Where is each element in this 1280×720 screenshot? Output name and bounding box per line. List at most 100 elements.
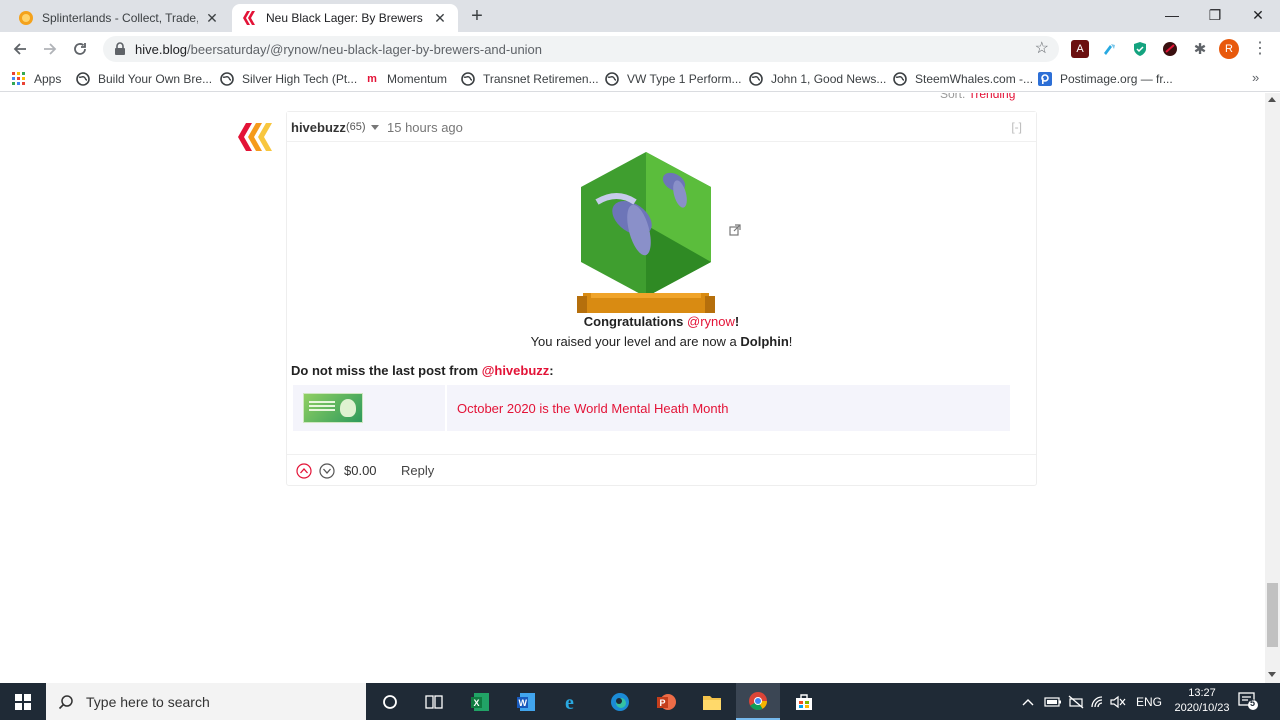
bookmark-star-icon[interactable]: ☆ — [1035, 40, 1049, 58]
external-link-icon[interactable] — [729, 224, 741, 236]
payout-value[interactable]: $0.00 — [344, 463, 377, 478]
globe-icon — [893, 72, 907, 86]
upvote-icon[interactable] — [296, 463, 312, 479]
profile-avatar[interactable]: R — [1219, 39, 1239, 59]
post-thumbnail-cell — [293, 385, 447, 431]
powerpoint-icon[interactable]: P — [644, 683, 688, 720]
notification-center-icon[interactable]: 5 — [1238, 692, 1258, 710]
globe-icon — [749, 72, 763, 86]
back-button[interactable] — [8, 37, 32, 61]
start-button[interactable] — [0, 683, 46, 720]
bookmark-label: Transnet Retiremen... — [483, 72, 599, 86]
last-post-table: October 2020 is the World Mental Heath M… — [293, 385, 1010, 431]
comment-author[interactable]: hivebuzz — [291, 120, 346, 135]
scroll-down-icon[interactable] — [1268, 672, 1276, 677]
minimize-button[interactable]: — — [1150, 0, 1194, 30]
task-view-icon[interactable] — [412, 683, 456, 720]
file-explorer-icon[interactable] — [690, 683, 734, 720]
bookmark-label: Momentum — [387, 72, 448, 86]
sort-selector[interactable]: Sort: Trending — [940, 93, 1015, 101]
back-arrow-icon — [13, 43, 26, 55]
close-window-button[interactable]: ✕ — [1236, 0, 1280, 30]
bookmark-postimage[interactable]: Postimage.org — fr... — [1038, 70, 1173, 88]
chrome-icon[interactable] — [736, 683, 780, 720]
tab-close-icon[interactable]: ✕ — [432, 10, 448, 26]
word-icon[interactable]: W — [504, 683, 548, 720]
tab-neu-black-lager[interactable]: Neu Black Lager: By Brewers and ✕ — [232, 4, 458, 32]
volume-muted-icon[interactable] — [1110, 683, 1126, 720]
congrats-line: Congratulations @rynow! — [287, 314, 1036, 329]
language-indicator[interactable]: ENG — [1136, 683, 1162, 720]
tab-title: Neu Black Lager: By Brewers and — [266, 11, 426, 25]
new-tab-button[interactable]: + — [466, 6, 488, 28]
taskbar-search[interactable]: Type here to search — [46, 683, 366, 720]
maximize-button[interactable]: ❐ — [1193, 0, 1237, 30]
cortana-icon[interactable] — [368, 683, 412, 720]
bookmark-build-your-own[interactable]: Build Your Own Bre... — [76, 70, 212, 88]
level-name: Dolphin — [740, 334, 789, 349]
bookmark-label: John 1, Good News... — [771, 72, 887, 86]
forward-button[interactable] — [38, 37, 62, 61]
bookmark-label: Silver High Tech (Pt... — [242, 72, 358, 86]
globe-icon — [605, 72, 619, 86]
forward-arrow-icon — [44, 43, 57, 55]
bookmark-vw-type-1[interactable]: VW Type 1 Perform... — [605, 70, 741, 88]
reload-button[interactable] — [68, 37, 92, 61]
extensions-puzzle-icon[interactable]: ✱ — [1191, 40, 1209, 58]
store-icon[interactable] — [782, 683, 826, 720]
clock-date: 2020/10/23 — [1174, 702, 1230, 714]
author-menu-caret-icon[interactable] — [371, 125, 379, 130]
scroll-thumb[interactable] — [1267, 583, 1278, 647]
bookmarks-more-icon[interactable]: » — [1252, 70, 1259, 85]
system-clock[interactable]: 13:27 2020/10/23 — [1170, 686, 1234, 716]
url-path: /beersaturday/@rynow/neu-black-lager-by-… — [187, 41, 543, 57]
dolphin-badge-image[interactable] — [577, 150, 715, 316]
comment-timestamp[interactable]: 15 hours ago — [387, 120, 463, 135]
comment-card: hivebuzz (65) 15 hours ago [-] Congratul… — [286, 111, 1037, 486]
ie-icon[interactable]: e — [552, 683, 596, 720]
reload-icon — [74, 43, 86, 55]
menu-kebab-icon[interactable]: ⋮ — [1252, 39, 1268, 59]
bookmark-label: Build Your Own Bre... — [98, 72, 213, 86]
bookmark-john-1[interactable]: John 1, Good News... — [749, 70, 886, 88]
url-host: hive.blog — [135, 41, 188, 57]
momentum-icon: m — [367, 73, 377, 85]
bookmark-label: SteemWhales.com -... — [915, 72, 1034, 86]
splinterlands-favicon-icon — [18, 10, 34, 26]
tab-splinterlands[interactable]: Splinterlands - Collect, Trade, Bat ✕ — [8, 4, 230, 32]
shield-extension-icon[interactable] — [1131, 40, 1149, 58]
tools-extension-icon[interactable] — [1101, 40, 1119, 58]
level-line: You raised your level and are now a Dolp… — [287, 334, 1036, 349]
spider-extension-icon[interactable] — [1161, 40, 1179, 58]
congrats-prefix: Congratulations — [583, 314, 684, 329]
last-post-link[interactable]: October 2020 is the World Mental Heath M… — [457, 401, 728, 416]
tab-close-icon[interactable]: ✕ — [204, 10, 220, 26]
edge-icon[interactable] — [598, 683, 642, 720]
excel-icon[interactable]: X — [458, 683, 502, 720]
bookmark-label: Apps — [34, 72, 62, 86]
hivebuzz-mention-link[interactable]: @hivebuzz — [482, 363, 550, 378]
bookmark-steemwhales[interactable]: SteemWhales.com -... — [893, 70, 1033, 88]
bookmark-momentum[interactable]: m Momentum — [365, 70, 447, 88]
clock-time: 13:27 — [1188, 687, 1216, 699]
bookmark-apps[interactable]: Apps — [12, 70, 61, 88]
mention-link[interactable]: @rynow — [687, 314, 735, 329]
wifi-icon[interactable] — [1090, 683, 1106, 720]
battery-icon[interactable] — [1044, 683, 1062, 720]
scroll-up-icon[interactable] — [1268, 97, 1276, 102]
pdf-extension-icon[interactable]: A — [1071, 40, 1089, 58]
svg-text:X: X — [474, 698, 480, 708]
collapse-toggle[interactable]: [-] — [1011, 120, 1022, 134]
network-disconnected-icon[interactable] — [1068, 683, 1084, 720]
downvote-icon[interactable] — [319, 463, 335, 479]
show-hidden-icons-chevron-icon[interactable] — [1022, 683, 1034, 720]
page-scrollbar[interactable] — [1265, 93, 1280, 683]
bookmark-transnet[interactable]: Transnet Retiremen... — [461, 70, 599, 88]
notification-count: 5 — [1250, 698, 1256, 708]
post-title-cell: October 2020 is the World Mental Heath M… — [447, 385, 1010, 431]
bookmark-silver-high-tech[interactable]: Silver High Tech (Pt... — [220, 70, 357, 88]
post-thumbnail-image[interactable] — [303, 393, 363, 423]
reply-button[interactable]: Reply — [401, 463, 434, 478]
hivebuzz-avatar[interactable] — [236, 117, 276, 157]
address-bar[interactable]: hive.blog/beersaturday/@rynow/neu-black-… — [103, 36, 1059, 62]
